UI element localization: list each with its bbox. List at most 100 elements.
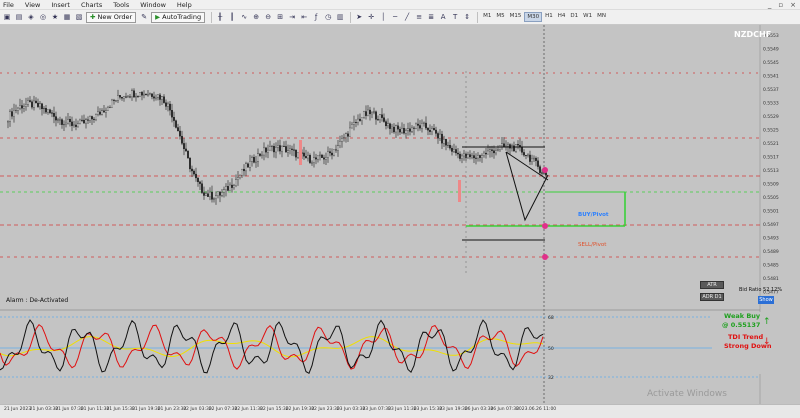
autotrading-button[interactable]: ▶ AutoTrading xyxy=(151,11,206,23)
price-tick-label: 0.5497 xyxy=(763,222,779,228)
candle-body xyxy=(343,137,345,139)
menu-window[interactable]: Window xyxy=(140,1,166,9)
candle-body xyxy=(545,172,547,176)
text-icon[interactable]: A xyxy=(438,12,448,22)
candle-body xyxy=(495,150,497,154)
candle-body xyxy=(459,153,461,159)
vertical-line-icon[interactable]: │ xyxy=(378,12,388,22)
trendline-icon[interactable]: ╱ xyxy=(402,12,412,22)
candle-body xyxy=(267,149,269,153)
new-chart-icon[interactable]: ▣ xyxy=(2,12,12,22)
time-axis-label: 23 Jun 19:30 xyxy=(439,407,468,412)
menu-file[interactable]: File xyxy=(3,1,14,9)
candle-body xyxy=(481,155,483,158)
periods-icon[interactable]: ◷ xyxy=(323,12,333,22)
cursor-icon[interactable]: ➤ xyxy=(354,12,364,22)
candle-body xyxy=(165,102,167,107)
price-chart[interactable]: 0.55530.55490.55450.55410.55370.55330.55… xyxy=(0,25,800,404)
candlestick-icon[interactable]: ┃ xyxy=(227,12,237,22)
candle-body xyxy=(211,191,213,200)
menu-charts[interactable]: Charts xyxy=(81,1,102,9)
autoscroll-icon[interactable]: ⇥ xyxy=(287,12,297,22)
menu-tools[interactable]: Tools xyxy=(113,1,129,9)
candle-body xyxy=(255,161,257,163)
candle-body xyxy=(139,92,141,97)
candle-body xyxy=(315,157,317,160)
show-button[interactable]: Show xyxy=(758,296,774,304)
channel-icon[interactable]: ≡ xyxy=(414,12,424,22)
candle-body xyxy=(129,96,131,98)
time-axis-label: 21 Jun 03:30 xyxy=(29,407,59,412)
profiles-icon[interactable]: ▤ xyxy=(14,12,24,22)
candle-body xyxy=(391,126,393,129)
menu-insert[interactable]: Insert xyxy=(51,1,70,9)
candle-body xyxy=(393,126,395,133)
timeframe-m15[interactable]: M15 xyxy=(508,12,524,22)
candle-body xyxy=(369,109,371,115)
bar-chart-icon[interactable]: ╫ xyxy=(215,12,225,22)
candle-body xyxy=(449,144,451,149)
candle-body xyxy=(189,157,191,170)
data-window-icon[interactable]: ◎ xyxy=(38,12,48,22)
zoom-out-icon[interactable]: ⊖ xyxy=(263,12,273,22)
candle-body xyxy=(231,184,233,188)
meta-editor-icon[interactable]: ✎ xyxy=(139,12,149,22)
candle-body xyxy=(249,160,251,168)
candle-body xyxy=(215,195,217,199)
price-tick-label: 0.5489 xyxy=(763,249,779,255)
timeframe-d1[interactable]: D1 xyxy=(568,12,580,22)
crosshair-icon[interactable]: ✛ xyxy=(366,12,376,22)
timeframe-m1[interactable]: M1 xyxy=(481,12,493,22)
horizontal-line-icon[interactable]: ─ xyxy=(390,12,400,22)
navigator-icon[interactable]: ★ xyxy=(50,12,60,22)
candle-body xyxy=(53,113,55,117)
line-chart-icon[interactable]: ∿ xyxy=(239,12,249,22)
candle-body xyxy=(291,148,293,150)
arrows-icon[interactable]: ⇕ xyxy=(462,12,472,22)
autotrading-icon: ▶ xyxy=(155,13,161,21)
new-order-icon: ✚ xyxy=(90,13,96,21)
label-icon[interactable]: T xyxy=(450,12,460,22)
candle-body xyxy=(507,144,509,147)
new-order-button[interactable]: ✚ New Order xyxy=(86,11,137,23)
minimize-icon[interactable]: _ xyxy=(768,1,772,9)
menu-view[interactable]: View xyxy=(25,1,40,9)
chart-window[interactable]: 0.5553 0.5549 0.5545 0.5541 0.5537 0.5533 0.55… xyxy=(0,25,800,404)
candle-body xyxy=(145,94,147,96)
candle-body xyxy=(37,102,39,107)
tester-icon[interactable]: ▧ xyxy=(74,12,84,22)
timeframe-m5[interactable]: M5 xyxy=(494,12,506,22)
adr-button[interactable]: ADR D1 xyxy=(700,293,724,301)
tile-icon[interactable]: ⊞ xyxy=(275,12,285,22)
templates-icon[interactable]: ▥ xyxy=(335,12,345,22)
market-watch-icon[interactable]: ◈ xyxy=(26,12,36,22)
price-tick-label: 0.5549 xyxy=(763,47,779,53)
indicators-icon[interactable]: ƒ xyxy=(311,12,321,22)
timeframe-h1[interactable]: H1 xyxy=(543,12,555,22)
chart-shift-icon[interactable]: ⇤ xyxy=(299,12,309,22)
candle-body xyxy=(303,152,305,157)
atr-button[interactable]: ATR xyxy=(700,281,724,289)
restore-icon[interactable]: ▫ xyxy=(778,1,783,9)
menu-help[interactable]: Help xyxy=(177,1,192,9)
candle-body xyxy=(491,149,493,151)
timeframe-m30[interactable]: M30 xyxy=(524,12,543,22)
timeframe-mn[interactable]: MN xyxy=(595,12,608,22)
highlight-bar-2 xyxy=(458,180,461,202)
fibonacci-icon[interactable]: ≣ xyxy=(426,12,436,22)
zoom-in-icon[interactable]: ⊕ xyxy=(251,12,261,22)
terminal-icon[interactable]: ▦ xyxy=(62,12,72,22)
candle-body xyxy=(409,128,411,132)
candle-body xyxy=(181,135,183,144)
candle-body xyxy=(151,93,153,97)
candle-body xyxy=(51,112,53,114)
candle-body xyxy=(225,186,227,190)
timeframe-w1[interactable]: W1 xyxy=(581,12,594,22)
close-icon[interactable]: × xyxy=(790,1,796,9)
arrow-down-icon: ↓ xyxy=(763,337,771,347)
candle-body xyxy=(243,168,245,172)
candle-body xyxy=(305,156,307,159)
candle-body xyxy=(259,153,261,156)
chart-background xyxy=(0,25,800,404)
timeframe-h4[interactable]: H4 xyxy=(556,12,568,22)
